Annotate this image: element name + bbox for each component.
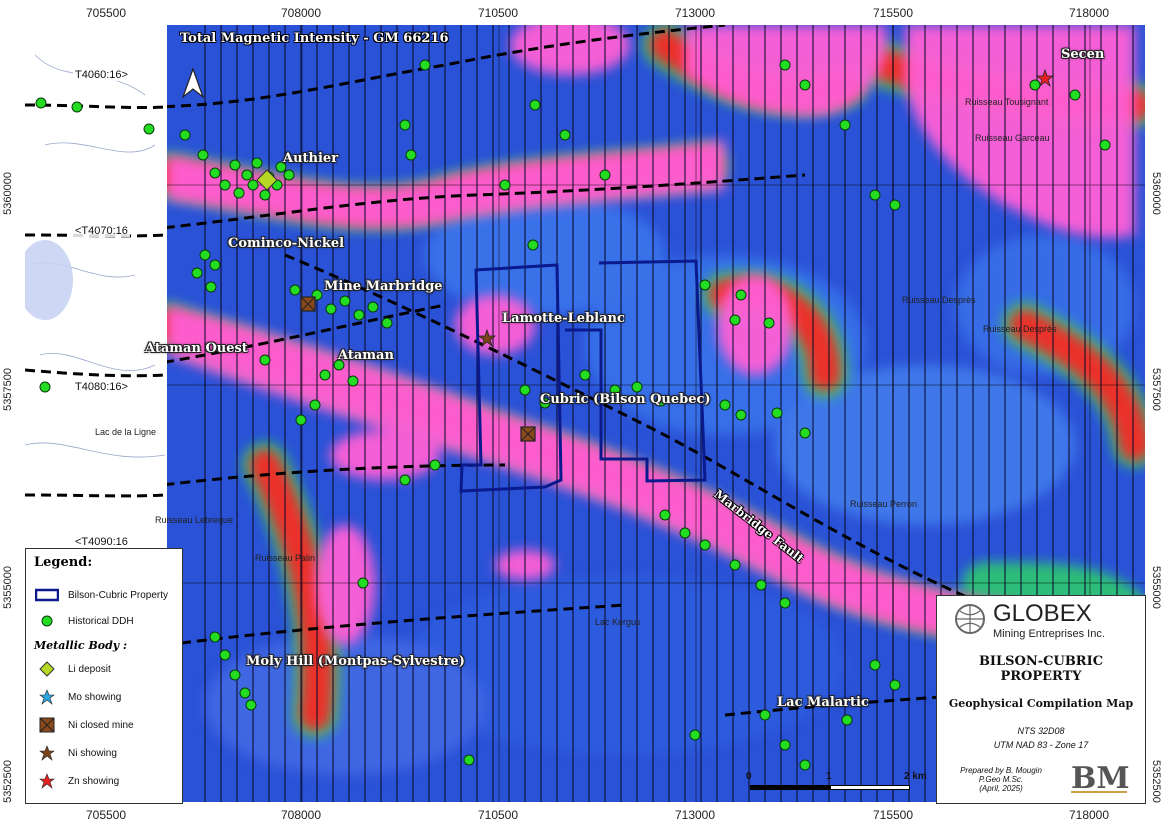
legend-row: Bilson-Cubric Property [34,585,168,605]
legend-label: Mo showing [68,691,122,703]
easting-label: 718000 [1068,6,1110,20]
map-date: (April, 2025) [979,784,1023,793]
easting-label: 715500 [872,808,914,822]
legend-row: Historical DDH [34,611,134,631]
closed-mine-icon [34,717,60,733]
northing-label: 5355000 [1150,566,1162,609]
northing-label: 5355000 [2,566,14,609]
legend-title: Legend: [34,555,93,570]
scale-label: 0 [746,771,752,782]
property-outline-icon [34,587,60,603]
prepared-by: Prepared by B. Mougin P.Geo M.Sc. (April… [941,766,1061,793]
legend: Legend: Bilson-Cubric Property Historica… [25,548,183,804]
easting-label: 708000 [280,6,322,20]
red-star-icon [34,773,60,789]
flight-line-label: <T4070:16 [73,225,130,237]
brown-star-icon [34,745,60,761]
easting-label: 705500 [85,6,127,20]
flight-line-label: T4080:16> [73,381,130,393]
legend-row: Ni showing [34,743,117,763]
map-title: Total Magnetic Intensity - GM 66216 [180,31,449,46]
place-moly-hill[interactable]: Moly Hill (Montpas-Sylvestre) [246,654,465,669]
svg-text:Ruisseau Garceau: Ruisseau Garceau [975,133,1050,143]
northing-label: 5352500 [1150,760,1162,803]
legend-label: Bilson-Cubric Property [68,589,169,601]
property-name-line2: PROPERTY [1000,669,1082,684]
diamond-icon [34,661,60,677]
scale-label: 2 km [904,771,927,782]
easting-label: 708000 [280,808,322,822]
svg-text:Ruisseau Perron: Ruisseau Perron [850,499,917,509]
easting-label: 710500 [477,6,519,20]
map-frame: 705500 708000 710500 713000 715500 71800… [0,0,1169,826]
utm-projection: UTM NAD 83 - Zone 17 [993,740,1089,750]
bm-logo-text: BM [1071,761,1130,796]
legend-label: Ni showing [68,747,117,759]
place-mine-marbridge[interactable]: Mine Marbridge [324,279,443,294]
legend-label: Li deposit [68,663,111,675]
title-block: GLOBEX Mining Entreprises Inc. BILSON-CU… [936,595,1146,804]
northing-label: 5357500 [1150,368,1162,411]
legend-row: Li deposit [34,659,111,679]
northing-label: 5360000 [2,172,14,215]
easting-label: 713000 [674,6,716,20]
author: Prepared by B. Mougin [960,766,1042,775]
svg-text:Ruisseau Desprès: Ruisseau Desprès [902,295,976,305]
place-ataman-ouest[interactable]: Ataman Ouest [145,341,248,356]
easting-label: 718000 [1068,808,1110,822]
svg-text:Ruisseau Desprès: Ruisseau Desprès [983,324,1057,334]
globe-logo-icon [953,602,987,640]
legend-row: Mo showing [34,687,121,707]
easting-label: 713000 [674,808,716,822]
svg-text:Lac Kergus: Lac Kergus [595,617,641,627]
credentials: P.Geo M.Sc. [978,775,1024,784]
place-cubric[interactable]: Cubric (Bilson Quebec) [540,392,711,407]
company-name: GLOBEX [993,600,1092,627]
scale-bar [750,785,910,791]
svg-text:Ruisseau Palin: Ruisseau Palin [255,553,315,563]
place-cominco-nickel[interactable]: Cominco-Nickel [228,236,344,251]
legend-row: Zn showing [34,771,119,791]
svg-text:Lac de la Ligne: Lac de la Ligne [95,427,156,437]
northing-label: 5352500 [2,760,14,803]
place-authier[interactable]: Authier [283,151,338,166]
legend-label: Zn showing [68,775,120,787]
map-name: Geophysical Compilation Map [948,697,1134,710]
ddh-dot-icon [34,613,60,629]
place-secen[interactable]: Secen [1061,47,1104,62]
blue-star-icon [34,689,60,705]
place-ataman[interactable]: Ataman [338,348,394,363]
company-subtitle: Mining Entreprises Inc. [993,628,1105,640]
easting-label: 715500 [872,6,914,20]
easting-label: 710500 [477,808,519,822]
northing-label: 5357500 [2,368,14,411]
scale-label: 1 [826,771,832,782]
bm-logo-icon: BM [1067,756,1133,800]
northing-label: 5360000 [1150,172,1162,215]
legend-subtitle: Metallic Body : [34,639,128,652]
legend-row: Ni closed mine [34,715,134,735]
property-name-line1: BILSON-CUBRIC [978,654,1104,669]
flight-line-label: <T4090:16 [73,536,130,548]
nts-sheet: NTS 32D08 [1017,726,1065,736]
place-lamotte-leblanc[interactable]: Lamotte-Leblanc [502,311,625,326]
legend-label: Ni closed mine [68,719,134,731]
flight-line-label: T4060:16> [73,69,130,81]
place-lac-malartic[interactable]: Lac Malartic [777,695,869,710]
svg-text:Ruisseau Lebreque: Ruisseau Lebreque [155,515,233,525]
easting-label: 705500 [85,808,127,822]
legend-label: Historical DDH [68,615,134,627]
svg-text:Ruisseau Tousignant: Ruisseau Tousignant [965,97,1049,107]
